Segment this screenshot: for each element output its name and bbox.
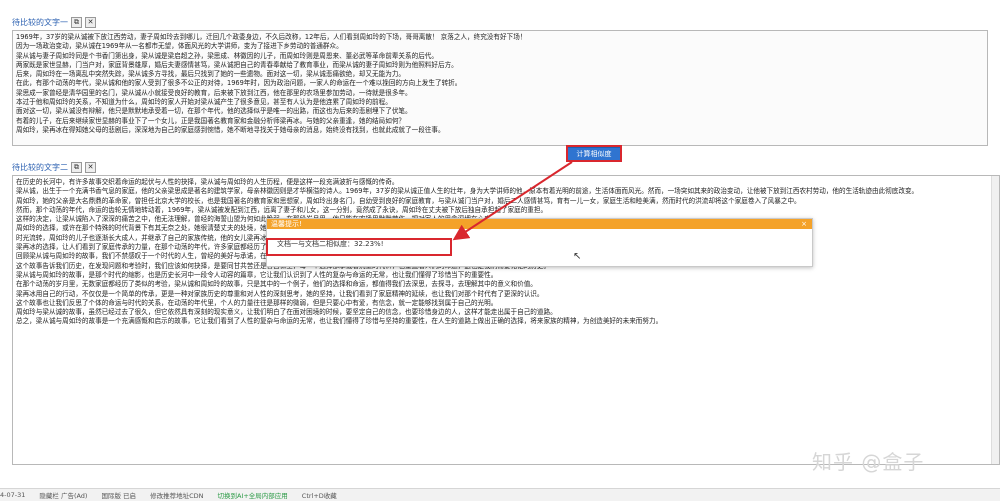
text-line: 梁思成一家曾经是清华园里的名门，梁从诚从小就接受良好的教育，后来被下放到江西，他… [16, 88, 412, 97]
status-item-ai[interactable]: 切换到AI+全局内部应用 [217, 490, 287, 500]
text-line: 在历史的长河中，有许多故事交织着命运的起伏与人性的抉择，梁从诚与周如玲的人生历程… [16, 178, 399, 186]
text-line: 周如玲，梁再冰在得知她父母的悲剧后，深深地为自己的家庭感到惋惜，她不断地寻找关于… [16, 125, 445, 134]
status-item-intl[interactable]: 国际版 已启 [101, 490, 136, 500]
text-line: 面对这一切，梁从诚没有辩解，他只是默默地承受着一切，在那个年代，他的选择似乎是唯… [16, 107, 412, 116]
text-line: 梁从诚与周如玲的故事，是那个时代的缩影，也是历史长河中一段令人动容的篇章，它让我… [16, 270, 498, 279]
text-line: 然而，那个动荡的年代，命运的齿轮无情地转动着，1969年，梁从诚被发配到江西，远… [16, 205, 548, 214]
text-input-one[interactable]: 1969年，37岁的梁从诚被下放江西劳动，妻子周如玲去到哪儿，迁回几个政委身边，… [12, 30, 988, 146]
status-item-bookmark[interactable]: Ctrl+D收藏 [302, 490, 337, 500]
vertical-scrollbar[interactable] [991, 176, 999, 464]
copy-icon[interactable]: ⧉ [71, 17, 82, 28]
text-line: 1969年，37岁的梁从诚被下放江西劳动，妻子周如玲去到哪儿，迁回几个政委身边，… [16, 33, 527, 41]
text-line: 在此，有那个动荡的年代，梁从诚和他的家人受到了很多不公正的对待，1969年时，因… [16, 79, 462, 88]
field2-label: 待比较的文字二 [12, 163, 68, 172]
button-highlight-box [566, 145, 622, 162]
text-line: 总之，梁从诚与周如玲的故事是一个充满感慨和启示的故事，它让我们看到了人性的复杂与… [16, 317, 663, 326]
mouse-cursor-icon: ↖ [573, 251, 582, 262]
text-line: 本过于他和周如玲的关系，不知道为什么，周如玲的家人开始对梁从诚产生了很多意见，甚… [16, 98, 392, 107]
status-item-cdn[interactable]: 修改推荐地址CDN [150, 490, 203, 500]
copy-icon[interactable]: ⧉ [71, 162, 82, 173]
result-highlight-box [266, 238, 452, 256]
text-line: 周如玲，她的父亲是大名鼎鼎的革命家，曾担任北京大学的校长，也是我国著名的教育家和… [16, 196, 801, 205]
dialog-title: 温馨提示! [271, 220, 302, 228]
text-line: 周如玲与梁从诚的故事，虽然已经过去了很久，但它依然具有深刻的现实意义，让我们明白… [16, 308, 557, 317]
status-item-ad[interactable]: 隐藏栏 广告(Ad) [39, 490, 87, 500]
field1-label-row: 待比较的文字一 ⧉ ✕ [12, 17, 96, 28]
text-line: 这个故事也让我们反思了个体的命运与时代的关系，在动荡的年代里，个人的力量往往是那… [16, 298, 498, 307]
zhihu-watermark: 知乎 @盒子 [812, 450, 925, 474]
text-line: 两家既是家世显赫，门当户对，家庭背景雄厚，婚后夫妻感情甚笃，梁从诚把自己的青春奉… [16, 60, 458, 69]
text-line: 梁再冰用自己的行动，不仅仅是一个简单的传承，更是一种对家族历史的尊重和对人性的深… [16, 289, 544, 298]
text-line: 在那个动荡的岁月里，无数家庭都经历了类似的考验，梁从诚和周如玲的故事，只是其中的… [16, 280, 537, 289]
text-line: 梁从诚与妻子周如玲同是个书香门第出身，梁从诚是梁启超之孙，梁思成、林徽因的儿子，… [16, 51, 438, 60]
text-line: 因为一场政治变动，梁从诚在1969年从一名都市无望，体面风光的大学讲师，变为了接… [16, 42, 343, 51]
text-line: 后来，周如玲在一场离乱中突然失踪，梁从诚多方寻找，最后只找到了她的一些遗物。面对… [16, 70, 406, 79]
text-line: 梁从诚，出生于一个充满书香气息的家庭，他的父亲梁思成是著名的建筑学家，母亲林徽因… [16, 187, 919, 196]
field1-label: 待比较的文字一 [12, 18, 68, 27]
status-bar: 4-07-31 隐藏栏 广告(Ad) 国际版 已启 修改推荐地址CDN 切换到A… [0, 488, 1000, 501]
dialog-header: 温馨提示! × [267, 219, 812, 229]
clear-icon[interactable]: ✕ [85, 17, 96, 28]
text-line: 有着的儿子，在后来继续家世显赫的事业下了一个女儿，正是我国著名教育家和金融分析师… [16, 116, 406, 125]
close-icon[interactable]: × [801, 219, 807, 229]
status-time: 4-07-31 [0, 491, 26, 499]
clear-icon[interactable]: ✕ [85, 162, 96, 173]
field2-label-row: 待比较的文字二 ⧉ ✕ [12, 162, 96, 173]
